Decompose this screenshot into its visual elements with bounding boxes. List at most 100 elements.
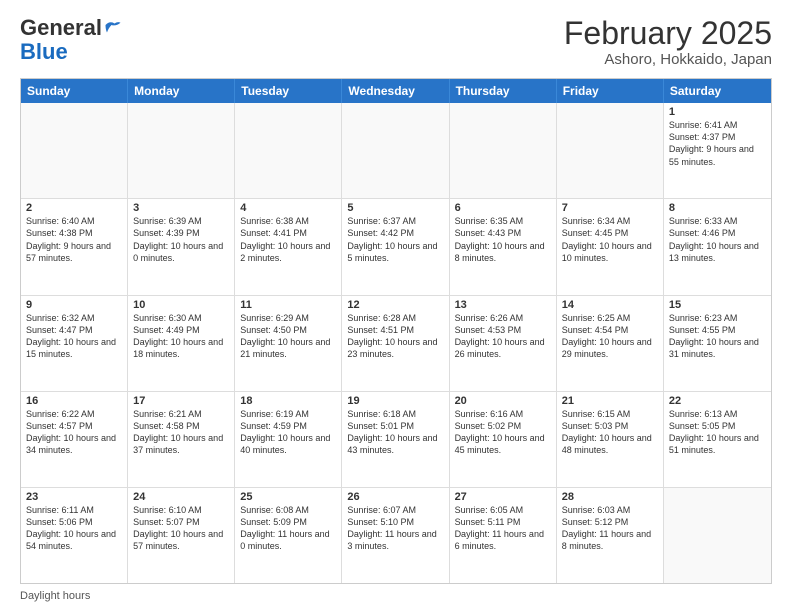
day-cell: 18Sunrise: 6:19 AM Sunset: 4:59 PM Dayli… [235,392,342,487]
day-number: 22 [669,395,766,407]
weekday-header: Wednesday [342,79,449,103]
weekday-header: Thursday [450,79,557,103]
day-info: Sunrise: 6:37 AM Sunset: 4:42 PM Dayligh… [347,215,443,264]
day-info: Sunrise: 6:05 AM Sunset: 5:11 PM Dayligh… [455,504,551,553]
day-cell: 12Sunrise: 6:28 AM Sunset: 4:51 PM Dayli… [342,296,449,391]
calendar-body: 1Sunrise: 6:41 AM Sunset: 4:37 PM Daylig… [21,103,771,583]
day-info: Sunrise: 6:30 AM Sunset: 4:49 PM Dayligh… [133,312,229,361]
calendar-week-row: 16Sunrise: 6:22 AM Sunset: 4:57 PM Dayli… [21,392,771,488]
day-cell: 17Sunrise: 6:21 AM Sunset: 4:58 PM Dayli… [128,392,235,487]
day-number: 7 [562,202,658,214]
day-cell: 21Sunrise: 6:15 AM Sunset: 5:03 PM Dayli… [557,392,664,487]
day-number: 3 [133,202,229,214]
day-number: 15 [669,299,766,311]
calendar-week-row: 2Sunrise: 6:40 AM Sunset: 4:38 PM Daylig… [21,199,771,295]
day-info: Sunrise: 6:08 AM Sunset: 5:09 PM Dayligh… [240,504,336,553]
empty-day-cell [664,488,771,583]
day-number: 27 [455,491,551,503]
day-cell: 5Sunrise: 6:37 AM Sunset: 4:42 PM Daylig… [342,199,449,294]
day-info: Sunrise: 6:07 AM Sunset: 5:10 PM Dayligh… [347,504,443,553]
day-info: Sunrise: 6:26 AM Sunset: 4:53 PM Dayligh… [455,312,551,361]
day-info: Sunrise: 6:33 AM Sunset: 4:46 PM Dayligh… [669,215,766,264]
empty-day-cell [128,103,235,198]
logo-general: General [20,16,102,40]
day-cell: 15Sunrise: 6:23 AM Sunset: 4:55 PM Dayli… [664,296,771,391]
day-info: Sunrise: 6:25 AM Sunset: 4:54 PM Dayligh… [562,312,658,361]
day-info: Sunrise: 6:11 AM Sunset: 5:06 PM Dayligh… [26,504,122,553]
day-cell: 20Sunrise: 6:16 AM Sunset: 5:02 PM Dayli… [450,392,557,487]
day-number: 11 [240,299,336,311]
day-cell: 24Sunrise: 6:10 AM Sunset: 5:07 PM Dayli… [128,488,235,583]
day-number: 21 [562,395,658,407]
calendar-week-row: 1Sunrise: 6:41 AM Sunset: 4:37 PM Daylig… [21,103,771,199]
day-number: 4 [240,202,336,214]
day-info: Sunrise: 6:39 AM Sunset: 4:39 PM Dayligh… [133,215,229,264]
day-number: 17 [133,395,229,407]
footer-label: Daylight hours [20,590,90,602]
calendar: SundayMondayTuesdayWednesdayThursdayFrid… [20,78,772,584]
day-info: Sunrise: 6:28 AM Sunset: 4:51 PM Dayligh… [347,312,443,361]
empty-day-cell [235,103,342,198]
location: Ashoro, Hokkaido, Japan [564,51,772,68]
day-info: Sunrise: 6:16 AM Sunset: 5:02 PM Dayligh… [455,408,551,457]
day-cell: 28Sunrise: 6:03 AM Sunset: 5:12 PM Dayli… [557,488,664,583]
calendar-week-row: 9Sunrise: 6:32 AM Sunset: 4:47 PM Daylig… [21,296,771,392]
day-info: Sunrise: 6:32 AM Sunset: 4:47 PM Dayligh… [26,312,122,361]
day-info: Sunrise: 6:10 AM Sunset: 5:07 PM Dayligh… [133,504,229,553]
day-cell: 26Sunrise: 6:07 AM Sunset: 5:10 PM Dayli… [342,488,449,583]
day-number: 14 [562,299,658,311]
day-info: Sunrise: 6:23 AM Sunset: 4:55 PM Dayligh… [669,312,766,361]
day-info: Sunrise: 6:29 AM Sunset: 4:50 PM Dayligh… [240,312,336,361]
day-cell: 7Sunrise: 6:34 AM Sunset: 4:45 PM Daylig… [557,199,664,294]
day-info: Sunrise: 6:34 AM Sunset: 4:45 PM Dayligh… [562,215,658,264]
title-block: February 2025 Ashoro, Hokkaido, Japan [564,16,772,68]
day-number: 10 [133,299,229,311]
day-cell: 6Sunrise: 6:35 AM Sunset: 4:43 PM Daylig… [450,199,557,294]
day-info: Sunrise: 6:22 AM Sunset: 4:57 PM Dayligh… [26,408,122,457]
day-info: Sunrise: 6:38 AM Sunset: 4:41 PM Dayligh… [240,215,336,264]
day-cell: 22Sunrise: 6:13 AM Sunset: 5:05 PM Dayli… [664,392,771,487]
empty-day-cell [450,103,557,198]
logo-bird-icon [104,19,122,37]
day-number: 24 [133,491,229,503]
day-cell: 2Sunrise: 6:40 AM Sunset: 4:38 PM Daylig… [21,199,128,294]
footer: Daylight hours [20,590,772,602]
day-cell: 11Sunrise: 6:29 AM Sunset: 4:50 PM Dayli… [235,296,342,391]
month-title: February 2025 [564,16,772,51]
day-info: Sunrise: 6:21 AM Sunset: 4:58 PM Dayligh… [133,408,229,457]
day-number: 2 [26,202,122,214]
day-number: 8 [669,202,766,214]
day-number: 25 [240,491,336,503]
day-number: 5 [347,202,443,214]
day-number: 23 [26,491,122,503]
day-cell: 14Sunrise: 6:25 AM Sunset: 4:54 PM Dayli… [557,296,664,391]
day-cell: 19Sunrise: 6:18 AM Sunset: 5:01 PM Dayli… [342,392,449,487]
day-info: Sunrise: 6:18 AM Sunset: 5:01 PM Dayligh… [347,408,443,457]
day-info: Sunrise: 6:13 AM Sunset: 5:05 PM Dayligh… [669,408,766,457]
page: General Blue February 2025 Ashoro, Hokka… [0,0,792,612]
weekday-header: Sunday [21,79,128,103]
day-cell: 13Sunrise: 6:26 AM Sunset: 4:53 PM Dayli… [450,296,557,391]
day-info: Sunrise: 6:41 AM Sunset: 4:37 PM Dayligh… [669,119,766,168]
day-info: Sunrise: 6:35 AM Sunset: 4:43 PM Dayligh… [455,215,551,264]
day-number: 1 [669,106,766,118]
day-cell: 1Sunrise: 6:41 AM Sunset: 4:37 PM Daylig… [664,103,771,198]
logo: General Blue [20,16,122,64]
day-cell: 4Sunrise: 6:38 AM Sunset: 4:41 PM Daylig… [235,199,342,294]
logo-blue: Blue [20,40,122,64]
day-cell: 10Sunrise: 6:30 AM Sunset: 4:49 PM Dayli… [128,296,235,391]
day-cell: 3Sunrise: 6:39 AM Sunset: 4:39 PM Daylig… [128,199,235,294]
day-number: 19 [347,395,443,407]
day-number: 20 [455,395,551,407]
day-number: 13 [455,299,551,311]
day-number: 6 [455,202,551,214]
weekday-header: Saturday [664,79,771,103]
header: General Blue February 2025 Ashoro, Hokka… [20,16,772,68]
day-number: 28 [562,491,658,503]
calendar-week-row: 23Sunrise: 6:11 AM Sunset: 5:06 PM Dayli… [21,488,771,583]
day-number: 12 [347,299,443,311]
day-cell: 25Sunrise: 6:08 AM Sunset: 5:09 PM Dayli… [235,488,342,583]
day-info: Sunrise: 6:03 AM Sunset: 5:12 PM Dayligh… [562,504,658,553]
weekday-header: Monday [128,79,235,103]
day-cell: 9Sunrise: 6:32 AM Sunset: 4:47 PM Daylig… [21,296,128,391]
